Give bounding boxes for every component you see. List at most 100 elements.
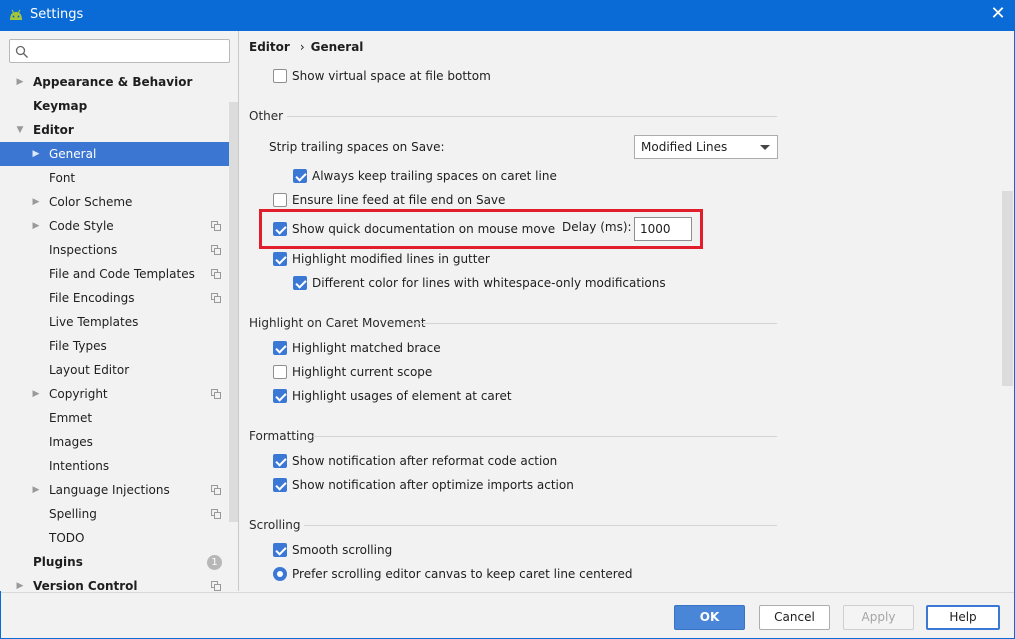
settings-tree: ▶ Appearance & Behavior Keymap ▼ Editor ▶ Gene… — [0, 70, 229, 591]
tree-item[interactable]: Emmet — [0, 406, 229, 430]
current-scope-checkbox[interactable] — [273, 365, 287, 379]
tree-item[interactable]: Inspections — [0, 238, 229, 262]
project-settings-icon — [211, 485, 221, 495]
tree-item[interactable]: ▶ Appearance & Behavior — [0, 70, 229, 94]
optimize-checkbox[interactable] — [273, 478, 287, 492]
tree-item[interactable]: File Encodings — [0, 286, 229, 310]
tree-item-label: Editor — [33, 123, 74, 137]
keep-trailing-label: Always keep trailing spaces on caret lin… — [312, 169, 557, 183]
diff-color-checkbox[interactable] — [293, 276, 307, 290]
chevron-down-icon[interactable]: ▼ — [15, 118, 25, 142]
tree-item[interactable]: File Types — [0, 334, 229, 358]
project-settings-icon — [211, 245, 221, 255]
chevron-right-icon[interactable]: ▶ — [31, 190, 41, 214]
section-caret-divider — [408, 323, 777, 324]
tree-item[interactable]: TODO — [0, 526, 229, 550]
search-icon — [15, 45, 28, 58]
breadcrumb-separator: › — [299, 40, 305, 54]
chevron-right-icon[interactable]: ▶ — [15, 574, 25, 591]
section-other-divider — [287, 116, 777, 117]
tree-item-label: Images — [49, 435, 93, 449]
usages-label: Highlight usages of element at caret — [292, 389, 512, 403]
project-settings-icon — [211, 389, 221, 399]
line-feed-checkbox[interactable] — [273, 193, 287, 207]
chevron-right-icon[interactable]: ▶ — [31, 142, 41, 166]
tree-item-label: Layout Editor — [49, 363, 130, 377]
tree-item[interactable]: File and Code Templates — [0, 262, 229, 286]
cancel-button[interactable]: Cancel — [759, 605, 830, 630]
help-button[interactable]: Help — [926, 605, 1000, 630]
sidebar-scrollbar[interactable] — [229, 102, 238, 522]
tree-item-label: Plugins — [33, 555, 83, 569]
chevron-right-icon[interactable]: ▶ — [31, 214, 41, 238]
project-settings-icon — [211, 221, 221, 231]
tree-item-label: Appearance & Behavior — [33, 75, 193, 89]
tree-item[interactable]: Font — [0, 166, 229, 190]
section-scrolling-divider — [304, 525, 777, 526]
tree-item[interactable]: Intentions — [0, 454, 229, 478]
current-scope-label: Highlight current scope — [292, 365, 433, 379]
tree-item-label: Color Scheme — [49, 195, 133, 209]
close-icon[interactable]: ✕ — [990, 4, 1006, 24]
tree-item-label: TODO — [49, 531, 85, 545]
reformat-checkbox[interactable] — [273, 454, 287, 468]
highlight-modified-label: Highlight modified lines in gutter — [292, 252, 490, 266]
prefer-centered-label: Prefer scrolling editor canvas to keep c… — [292, 567, 633, 581]
prefer-centered-radio[interactable] — [273, 567, 287, 581]
tree-item-label: Version Control — [33, 579, 138, 591]
tree-item-label: File Types — [49, 339, 107, 353]
quick-doc-label: Show quick documentation on mouse move — [292, 222, 556, 236]
tree-item[interactable]: ▶ Color Scheme — [0, 190, 229, 214]
tree-item-label: Emmet — [49, 411, 93, 425]
virtual-space-checkbox[interactable] — [273, 69, 287, 83]
section-formatting-heading: Formatting — [249, 429, 315, 443]
search-input[interactable] — [36, 42, 226, 60]
tree-item[interactable]: Plugins 1 — [0, 550, 229, 574]
tree-item[interactable]: Keymap — [0, 94, 229, 118]
highlight-modified-checkbox[interactable] — [273, 252, 287, 266]
tree-item-label: Keymap — [33, 99, 88, 113]
project-settings-icon — [211, 581, 221, 591]
ok-button[interactable]: OK — [674, 605, 745, 630]
quick-doc-checkbox[interactable] — [273, 222, 287, 236]
section-scrolling-heading: Scrolling — [249, 518, 301, 532]
chevron-right-icon[interactable]: ▶ — [31, 478, 41, 502]
tree-item[interactable]: ▶ Copyright — [0, 382, 229, 406]
tree-item[interactable]: Layout Editor — [0, 358, 229, 382]
tree-item-label: Live Templates — [49, 315, 139, 329]
content-scrollbar[interactable] — [1002, 191, 1013, 386]
tree-item[interactable]: ▶ General — [0, 142, 229, 166]
usages-checkbox[interactable] — [273, 389, 287, 403]
tree-item-label: Inspections — [49, 243, 118, 257]
section-formatting-divider — [313, 436, 777, 437]
settings-sidebar: ▶ Appearance & Behavior Keymap ▼ Editor ▶ Gene… — [0, 31, 239, 591]
dialog-button-bar: OK Cancel Apply Help — [1, 592, 1014, 638]
tree-item[interactable]: Images — [0, 430, 229, 454]
update-count-badge: 1 — [207, 555, 222, 570]
smooth-scrolling-checkbox[interactable] — [273, 543, 287, 557]
optimize-label: Show notification after optimize imports… — [292, 478, 574, 492]
line-feed-label: Ensure line feed at file end on Save — [292, 193, 506, 207]
tree-item[interactable]: ▶ Code Style — [0, 214, 229, 238]
tree-item-label: File and Code Templates — [49, 267, 195, 281]
tree-item[interactable]: Live Templates — [0, 310, 229, 334]
strip-spaces-label: Strip trailing spaces on Save: — [269, 140, 445, 154]
matched-brace-checkbox[interactable] — [273, 341, 287, 355]
delay-input[interactable]: 1000 — [634, 217, 692, 241]
search-box[interactable] — [9, 39, 230, 63]
tree-item-label: Copyright — [49, 387, 108, 401]
tree-item-label: Font — [49, 171, 76, 185]
tree-item[interactable]: Spelling — [0, 502, 229, 526]
chevron-right-icon[interactable]: ▶ — [15, 70, 25, 94]
strip-spaces-select[interactable]: Modified Lines — [634, 135, 778, 159]
project-settings-icon — [211, 269, 221, 279]
project-settings-icon — [211, 509, 221, 519]
virtual-space-label: Show virtual space at file bottom — [292, 69, 491, 83]
chevron-right-icon[interactable]: ▶ — [31, 382, 41, 406]
apply-button[interactable]: Apply — [843, 605, 914, 630]
keep-trailing-checkbox[interactable] — [293, 169, 307, 183]
tree-item[interactable]: ▶ Language Injections — [0, 478, 229, 502]
breadcrumb: Editor › General — [249, 40, 363, 54]
tree-item[interactable]: ▼ Editor — [0, 118, 229, 142]
tree-item[interactable]: ▶ Version Control — [0, 574, 229, 591]
